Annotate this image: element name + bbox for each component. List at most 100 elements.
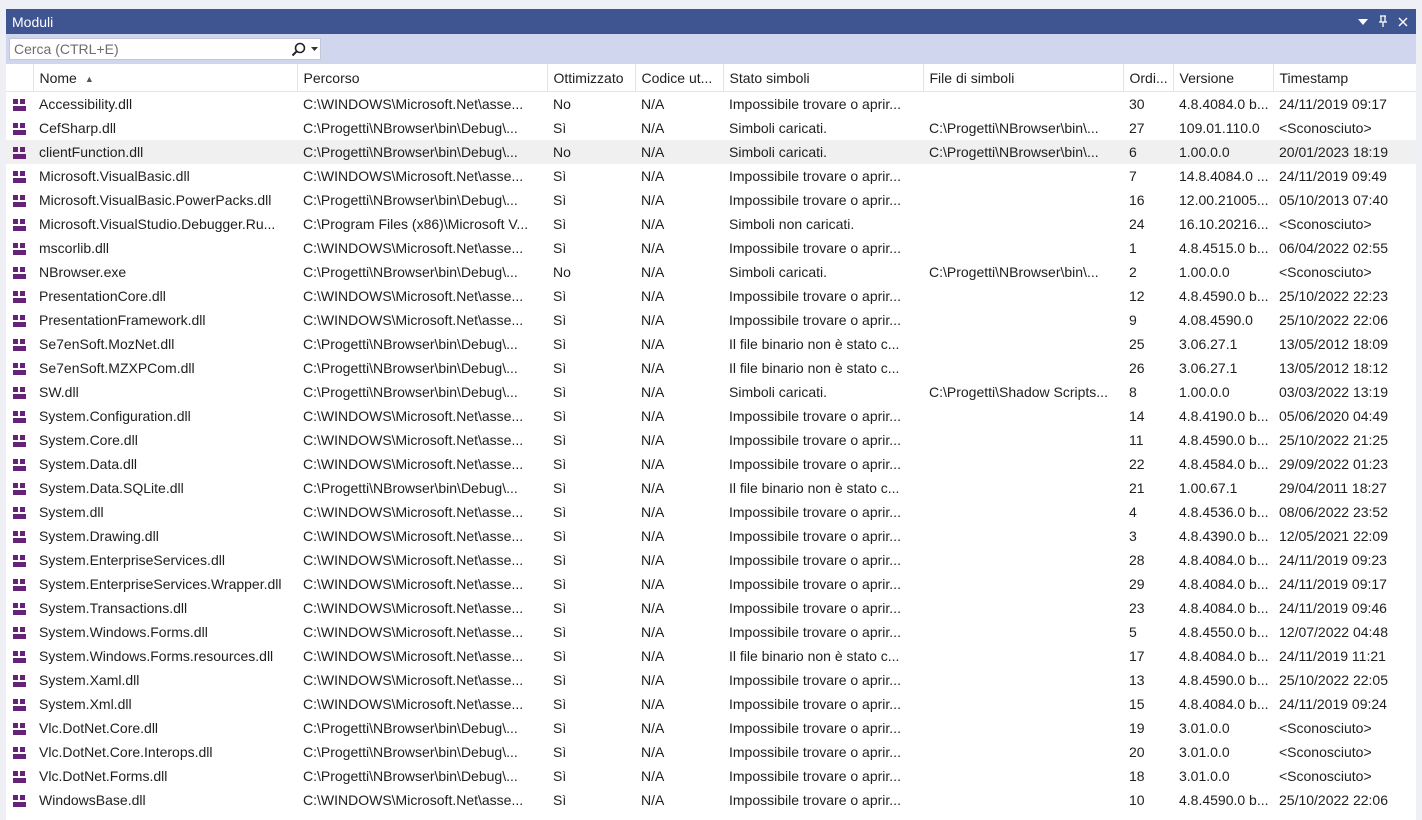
cell-symbol-file: C:\Progetti\NBrowser\bin\... [929,120,1099,136]
table-row[interactable]: PresentationFramework.dll C:\WINDOWS\Micr… [6,308,1416,332]
table-row[interactable]: clientFunction.dll C:\Progetti\NBrowser\b… [6,140,1416,164]
cell-symbol-status: Impossibile trovare o aprir... [729,744,901,760]
table-row[interactable]: System.Data.dll C:\WINDOWS\Microsoft.Net\… [6,452,1416,476]
header-symbol-status[interactable]: Stato simboli [723,64,924,92]
cell-user-code: N/A [641,408,665,424]
cell-symbol-file [923,356,1123,380]
search-input[interactable] [10,39,288,59]
table-row[interactable]: Se7enSoft.MozNet.dll C:\Progetti\NBrowser… [6,332,1416,356]
cell-timestamp: 24/11/2019 09:17 [1279,576,1387,592]
table-row[interactable]: System.EnterpriseServices.Wrapper.dll C:\… [6,572,1416,596]
cell-symbol-status: Simboli caricati. [729,120,828,136]
cell-order: 25 [1129,336,1145,352]
table-row[interactable]: Se7enSoft.MZXPCom.dll C:\Progetti\NBrowse… [6,356,1416,380]
table-row[interactable]: System.Xml.dll C:\WINDOWS\Microsoft.Net\a… [6,692,1416,716]
module-icon [13,315,26,328]
dropdown-icon[interactable] [1354,13,1372,31]
table-row[interactable]: System.Windows.Forms.dll C:\WINDOWS\Micro… [6,620,1416,644]
cell-timestamp: <Sconosciuto> [1279,216,1372,232]
search-icon[interactable] [288,39,308,59]
cell-version: 3.01.0.0 [1179,720,1230,736]
module-icon-cell [6,572,33,596]
cell-timestamp: 29/09/2022 01:23 [1279,456,1388,472]
table-row[interactable]: Vlc.DotNet.Forms.dll C:\Progetti\NBrowser… [6,764,1416,788]
table-row[interactable]: System.Drawing.dll C:\WINDOWS\Microsoft.N… [6,524,1416,548]
table-row[interactable]: Accessibility.dll C:\WINDOWS\Microsoft.Ne… [6,92,1416,117]
table-row[interactable]: mscorlib.dll C:\WINDOWS\Microsoft.Net\ass… [6,236,1416,260]
cell-symbol-status: Il file binario non è stato c... [729,480,900,496]
table-row[interactable]: System.Windows.Forms.resources.dll C:\WIN… [6,644,1416,668]
table-row[interactable]: Vlc.DotNet.Core.dll C:\Progetti\NBrowser\… [6,716,1416,740]
table-row[interactable]: CefSharp.dll C:\Progetti\NBrowser\bin\Deb… [6,116,1416,140]
cell-symbol-file [923,404,1123,428]
table-row[interactable]: System.Xaml.dll C:\WINDOWS\Microsoft.Net\… [6,668,1416,692]
cell-order: 26 [1129,360,1145,376]
chevron-down-icon[interactable] [308,39,320,59]
cell-name: Accessibility.dll [39,96,133,112]
module-icon [13,267,26,280]
header-symbol-file[interactable]: File di simboli [923,64,1124,92]
cell-version: 4.8.4084.0 b... [1179,96,1269,112]
table-row[interactable]: SW.dll C:\Progetti\NBrowser\bin\Debug\...… [6,380,1416,404]
header-version[interactable]: Versione [1173,64,1274,92]
table-row[interactable]: System.Data.SQLite.dll C:\Progetti\NBrows… [6,476,1416,500]
cell-path: C:\WINDOWS\Microsoft.Net\asse... [303,168,524,184]
cell-symbol-file [923,548,1123,572]
table-row[interactable]: Microsoft.VisualBasic.PowerPacks.dll C:\P… [6,188,1416,212]
module-icon-cell [6,740,33,764]
cell-path: C:\Progetti\NBrowser\bin\Debug\... [303,336,518,352]
cell-timestamp: 25/10/2022 22:06 [1279,792,1388,808]
cell-order: 28 [1129,552,1145,568]
cell-timestamp: 24/11/2019 09:24 [1279,696,1387,712]
table-row[interactable]: WindowsBase.dll C:\WINDOWS\Microsoft.Net\… [6,788,1416,812]
cell-symbol-file [923,332,1123,356]
cell-timestamp: 12/07/2022 04:48 [1279,624,1388,640]
cell-path: C:\WINDOWS\Microsoft.Net\asse... [303,408,524,424]
header-user-code[interactable]: Codice ut... [635,64,724,92]
cell-symbol-file [923,188,1123,212]
cell-optimized: Sì [553,408,567,424]
cell-name: System.Xml.dll [39,696,132,712]
cell-path: C:\WINDOWS\Microsoft.Net\asse... [303,240,524,256]
cell-timestamp: 13/05/2012 18:09 [1279,336,1388,352]
cell-version: 4.8.4084.0 b... [1179,696,1269,712]
cell-order: 20 [1129,744,1145,760]
cell-user-code: N/A [641,120,665,136]
pin-icon[interactable] [1374,13,1392,31]
table-row[interactable]: System.dll C:\WINDOWS\Microsoft.Net\asse.… [6,500,1416,524]
table-row[interactable]: Microsoft.VisualStudio.Debugger.Ru... C:\… [6,212,1416,236]
table-row[interactable]: Microsoft.VisualBasic.dll C:\WINDOWS\Micr… [6,164,1416,188]
cell-name: System.Transactions.dll [39,600,188,616]
cell-path: C:\WINDOWS\Microsoft.Net\asse... [303,312,524,328]
table-row[interactable]: System.EnterpriseServices.dll C:\WINDOWS\… [6,548,1416,572]
header-order[interactable]: Ordi... [1123,64,1174,92]
cell-optimized: Sì [553,432,567,448]
table-row[interactable]: System.Configuration.dll C:\WINDOWS\Micro… [6,404,1416,428]
cell-symbol-file [923,716,1123,740]
table-row[interactable]: System.Transactions.dll C:\WINDOWS\Micros… [6,596,1416,620]
header-path[interactable]: Percorso [297,64,548,92]
cell-symbol-file [923,764,1123,788]
cell-version: 4.8.4590.0 b... [1179,672,1269,688]
cell-order: 30 [1129,96,1145,112]
table-row[interactable]: Vlc.DotNet.Core.Interops.dll C:\Progetti\… [6,740,1416,764]
cell-symbol-status: Impossibile trovare o aprir... [729,768,901,784]
module-icon-cell [6,428,33,452]
cell-order: 10 [1129,792,1145,808]
cell-order: 22 [1129,456,1145,472]
cell-symbol-file [923,620,1123,644]
cell-order: 24 [1129,216,1145,232]
cell-timestamp: 24/11/2019 09:17 [1279,96,1387,112]
cell-symbol-status: Impossibile trovare o aprir... [729,504,901,520]
table-row[interactable]: NBrowser.exe C:\Progetti\NBrowser\bin\Deb… [6,260,1416,284]
header-name[interactable]: Nome ▲ [33,64,298,92]
cell-path: C:\Progetti\NBrowser\bin\Debug\... [303,360,518,376]
header-optimized[interactable]: Ottimizzato [547,64,636,92]
table-row[interactable]: PresentationCore.dll C:\WINDOWS\Microsoft… [6,284,1416,308]
table-row[interactable]: System.Core.dll C:\WINDOWS\Microsoft.Net\… [6,428,1416,452]
module-icon-cell [6,92,33,117]
cell-version: 1.00.67.1 [1179,480,1238,496]
cell-version: 4.8.4084.0 b... [1179,552,1269,568]
header-timestamp[interactable]: Timestamp [1273,64,1416,92]
close-icon[interactable] [1394,13,1412,31]
